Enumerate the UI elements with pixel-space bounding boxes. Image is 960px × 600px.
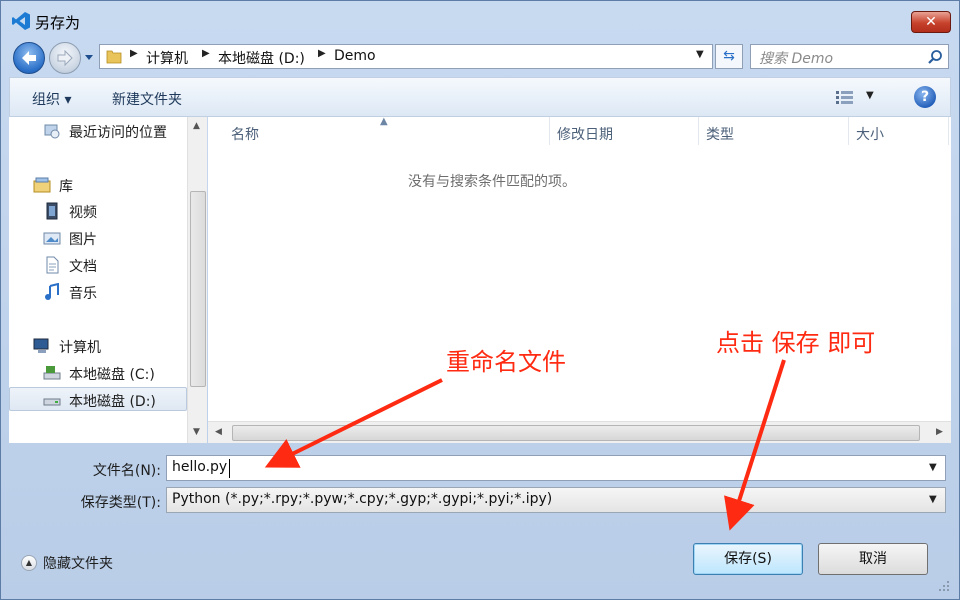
drive-icon bbox=[43, 366, 61, 380]
nav-item-label: 本地磁盘 (D:) bbox=[69, 394, 156, 410]
refresh-button[interactable]: ⇆ bbox=[715, 44, 743, 69]
nav-item-recent-places[interactable]: 最近访问的位置 bbox=[9, 119, 187, 143]
column-header-date-modified[interactable]: 修改日期 bbox=[550, 117, 699, 145]
video-icon bbox=[46, 202, 58, 220]
nav-item-computer[interactable]: 计算机 bbox=[9, 334, 187, 358]
address-bar[interactable]: ▶ 计算机 ▶ 本地磁盘 (D:) ▶ Demo ▼ bbox=[99, 44, 713, 69]
breadcrumb-separator-icon[interactable]: ▶ bbox=[130, 48, 138, 59]
column-label: 类型 bbox=[706, 127, 734, 143]
save-form: 文件名(N): hello.py ▼ 保存类型(T): Python (*.py… bbox=[9, 443, 951, 593]
drive-icon bbox=[43, 398, 61, 406]
scroll-left-icon[interactable]: ◀ bbox=[215, 427, 222, 437]
refresh-icon: ⇆ bbox=[723, 48, 735, 64]
music-icon bbox=[45, 283, 59, 300]
breadcrumb-computer[interactable]: 计算机 bbox=[146, 48, 188, 68]
view-options-icon[interactable] bbox=[836, 90, 854, 105]
navigation-scrollbar[interactable]: ▲ ▼ bbox=[187, 117, 207, 443]
sort-ascending-icon: ▲ bbox=[380, 116, 388, 127]
hide-folders-label: 隐藏文件夹 bbox=[43, 556, 113, 572]
scrollbar-thumb[interactable] bbox=[190, 191, 206, 387]
filename-value: hello.py bbox=[172, 459, 228, 475]
navigation-pane: 最近访问的位置 库 视频 图片 文档 音乐 计算机 本地磁盘 (C:) 本地磁盘… bbox=[9, 117, 207, 443]
folder-icon bbox=[106, 50, 122, 64]
nav-item-pictures[interactable]: 图片 bbox=[9, 226, 187, 250]
save-as-dialog: 另存为 ✕ ▶ 计算机 ▶ 本地磁盘 (D:) ▶ Demo ▼ ⇆ 搜索 De… bbox=[0, 0, 960, 600]
empty-results-message: 没有与搜索条件匹配的项。 bbox=[408, 174, 576, 190]
nav-item-label: 本地磁盘 (C:) bbox=[69, 367, 155, 383]
column-label: 修改日期 bbox=[557, 127, 613, 143]
column-header-name[interactable]: ▲ 名称 bbox=[208, 116, 550, 145]
organize-menu-button[interactable]: 组织 ▾ bbox=[32, 89, 71, 109]
pictures-icon bbox=[43, 232, 61, 245]
breadcrumb-separator-icon[interactable]: ▶ bbox=[318, 48, 326, 59]
nav-item-label: 库 bbox=[59, 179, 73, 195]
filename-dropdown-icon[interactable]: ▼ bbox=[929, 462, 937, 473]
search-input[interactable]: 搜索 Demo bbox=[750, 44, 949, 69]
filetype-dropdown-icon[interactable]: ▼ bbox=[929, 494, 937, 505]
help-icon[interactable]: ? bbox=[914, 86, 936, 108]
filename-field[interactable]: hello.py ▼ bbox=[166, 455, 946, 481]
nav-item-label: 文档 bbox=[69, 259, 97, 275]
window-title: 另存为 bbox=[35, 14, 81, 32]
filetype-label: 保存类型(T): bbox=[80, 495, 161, 511]
breadcrumb-drive-d[interactable]: 本地磁盘 (D:) bbox=[218, 48, 305, 68]
nav-item-drive-d[interactable]: 本地磁盘 (D:) bbox=[9, 387, 187, 411]
command-toolbar: 组织 ▾ 新建文件夹 ▼ ? bbox=[9, 77, 951, 117]
arrow-left-icon bbox=[22, 51, 36, 65]
column-label: 大小 bbox=[856, 127, 884, 143]
save-annotation: 点击 保存 即可 bbox=[716, 329, 876, 357]
column-header-size[interactable]: 大小 bbox=[849, 117, 949, 145]
filetype-select[interactable]: Python (*.py;*.rpy;*.pyw;*.cpy;*.gyp;*.g… bbox=[166, 487, 946, 513]
nav-item-label: 视频 bbox=[69, 205, 97, 221]
title-bar: 另存为 ✕ bbox=[1, 1, 959, 41]
nav-item-videos[interactable]: 视频 bbox=[9, 199, 187, 223]
file-list: ▲ 名称 修改日期 类型 大小 没有与搜索条件匹配的项。 bbox=[208, 116, 951, 443]
breadcrumb-demo[interactable]: Demo bbox=[334, 48, 376, 64]
column-label: 名称 bbox=[231, 127, 259, 143]
library-icon bbox=[33, 177, 51, 193]
rename-annotation: 重命名文件 bbox=[446, 348, 566, 376]
resize-grip-icon[interactable] bbox=[937, 579, 951, 593]
nav-item-label: 图片 bbox=[69, 232, 97, 248]
nav-item-documents[interactable]: 文档 bbox=[9, 253, 187, 277]
search-placeholder: 搜索 Demo bbox=[759, 51, 834, 67]
view-dropdown-icon[interactable]: ▼ bbox=[866, 90, 874, 101]
horizontal-scrollbar[interactable]: ◀ ▶ bbox=[208, 421, 951, 443]
chevron-up-icon: ▲ bbox=[21, 555, 37, 571]
documents-icon bbox=[46, 256, 59, 274]
nav-item-drive-c[interactable]: 本地磁盘 (C:) bbox=[9, 361, 187, 385]
filetype-value: Python (*.py;*.rpy;*.pyw;*.cpy;*.gyp;*.g… bbox=[172, 491, 553, 507]
close-button[interactable]: ✕ bbox=[911, 11, 951, 33]
nav-item-music[interactable]: 音乐 bbox=[9, 280, 187, 304]
new-folder-button[interactable]: 新建文件夹 bbox=[112, 89, 182, 109]
scrollbar-thumb[interactable] bbox=[232, 425, 920, 441]
recent-places-icon bbox=[44, 124, 60, 139]
column-header-type[interactable]: 类型 bbox=[699, 117, 849, 145]
nav-item-label: 音乐 bbox=[69, 286, 97, 302]
forward-button[interactable] bbox=[49, 42, 81, 74]
arrow-right-icon bbox=[57, 49, 73, 67]
scroll-up-icon[interactable]: ▲ bbox=[193, 121, 200, 131]
text-caret bbox=[229, 459, 230, 478]
nav-item-label: 最近访问的位置 bbox=[69, 125, 167, 141]
history-dropdown-icon[interactable] bbox=[83, 51, 95, 63]
nav-item-label: 计算机 bbox=[59, 340, 101, 356]
cancel-button[interactable]: 取消 bbox=[818, 543, 928, 575]
scroll-right-icon[interactable]: ▶ bbox=[936, 427, 943, 437]
address-dropdown-icon[interactable]: ▼ bbox=[696, 49, 704, 60]
back-button[interactable] bbox=[13, 42, 45, 74]
scroll-down-icon[interactable]: ▼ bbox=[193, 427, 200, 437]
vscode-icon bbox=[12, 12, 30, 30]
nav-item-library[interactable]: 库 bbox=[9, 173, 187, 197]
breadcrumb-separator-icon[interactable]: ▶ bbox=[202, 48, 210, 59]
filename-label: 文件名(N): bbox=[92, 463, 161, 479]
search-icon[interactable] bbox=[927, 49, 943, 65]
save-button[interactable]: 保存(S) bbox=[693, 543, 803, 575]
computer-icon bbox=[33, 338, 49, 353]
